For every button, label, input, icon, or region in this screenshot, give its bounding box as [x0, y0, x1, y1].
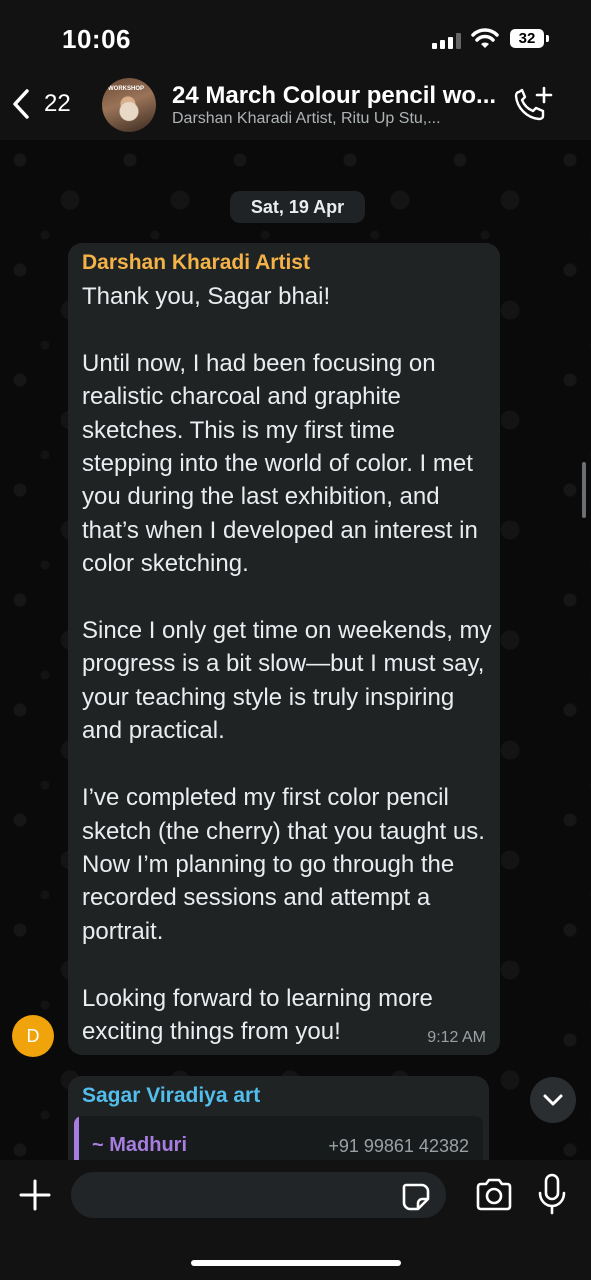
- message-sender[interactable]: Darshan Kharadi Artist: [82, 251, 310, 275]
- microphone-icon[interactable]: [537, 1173, 567, 1215]
- battery-icon: 32: [510, 29, 544, 48]
- battery-nub: [546, 35, 549, 42]
- reply-sender[interactable]: Sagar Viradiya art: [82, 1084, 260, 1108]
- quote-accent-bar: [74, 1116, 79, 1160]
- status-time: 10:06: [62, 24, 131, 54]
- unread-count: 22: [44, 90, 71, 117]
- message-composer: [0, 1160, 591, 1280]
- cellular-signal-icon: [432, 33, 462, 49]
- reply-message-bubble[interactable]: Sagar Viradiya art ~ Madhuri +91 99861 4…: [68, 1076, 489, 1160]
- phone-plus-icon[interactable]: [513, 86, 553, 124]
- message-text: Thank you, Sagar bhai! Until now, I had …: [82, 283, 492, 1045]
- avatar-text: WORKSHOP: [108, 86, 144, 92]
- scroll-down-button[interactable]: [530, 1077, 576, 1123]
- message-timestamp: 9:12 AM: [427, 1029, 486, 1046]
- message-bubble[interactable]: Darshan Kharadi Artist Thank you, Sagar …: [68, 243, 500, 1055]
- chat-header: 22 WORKSHOP 24 March Colour pencil wo...…: [0, 70, 591, 140]
- home-indicator: [191, 1260, 401, 1266]
- group-avatar[interactable]: WORKSHOP: [102, 78, 156, 132]
- message-input[interactable]: [71, 1172, 446, 1218]
- plus-icon[interactable]: [17, 1177, 53, 1213]
- chat-title[interactable]: 24 March Colour pencil wo...: [172, 82, 507, 110]
- chat-participants[interactable]: Darshan Kharadi Artist, Ritu Up Stu,...: [172, 110, 507, 128]
- scrollbar[interactable]: [582, 462, 586, 518]
- chevron-down-icon: [543, 1094, 563, 1106]
- quoted-phone: +91 99861 42382: [328, 1136, 469, 1156]
- back-button[interactable]: 22: [10, 84, 80, 124]
- camera-icon[interactable]: [474, 1177, 514, 1213]
- sticker-icon[interactable]: [401, 1182, 431, 1212]
- chevron-left-icon: [13, 89, 29, 119]
- wifi-icon: [471, 28, 499, 48]
- quoted-message[interactable]: ~ Madhuri +91 99861 42382: [74, 1116, 483, 1160]
- date-divider: Sat, 19 Apr: [230, 191, 365, 223]
- status-bar: 10:06 32: [0, 0, 591, 70]
- sender-avatar[interactable]: D: [12, 1015, 54, 1057]
- quoted-sender: ~ Madhuri: [92, 1134, 188, 1156]
